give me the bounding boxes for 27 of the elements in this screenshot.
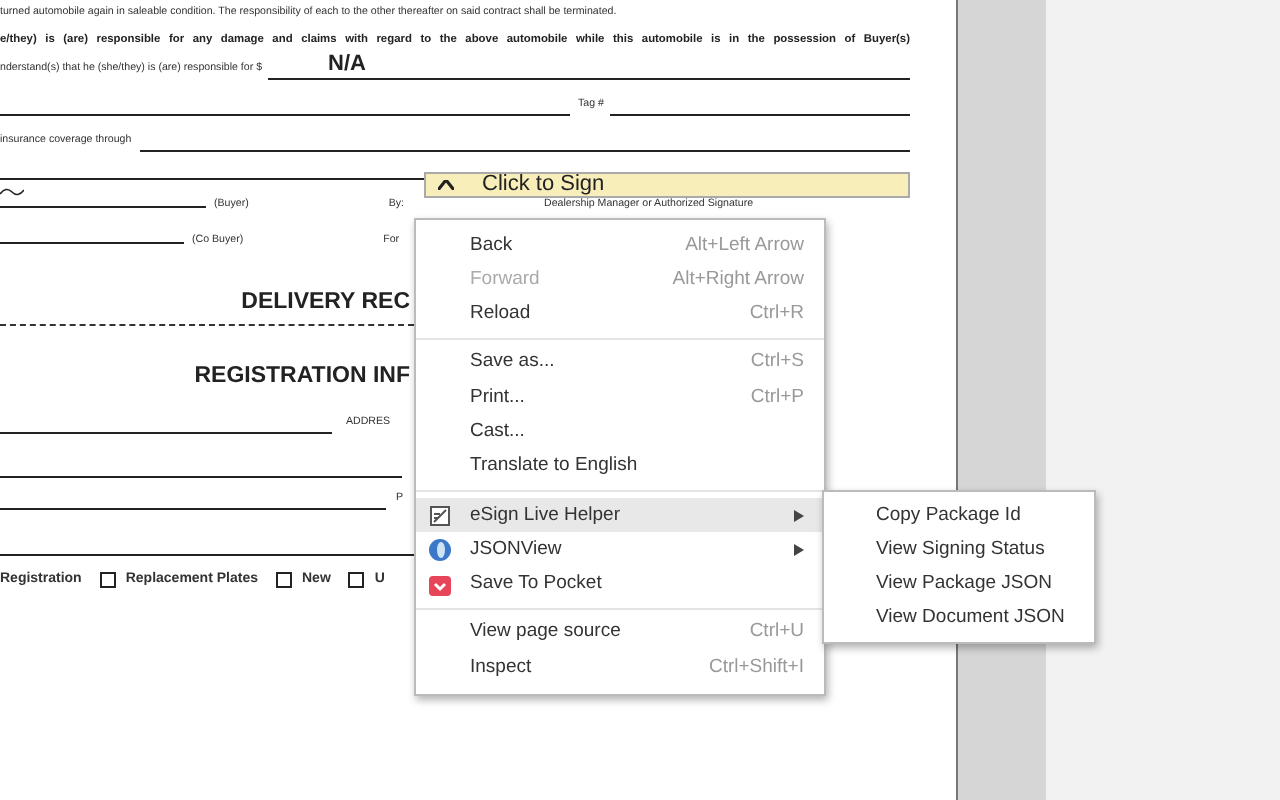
- menu-item[interactable]: View Signing Status: [824, 532, 1094, 568]
- menu-item[interactable]: JSONView: [416, 532, 824, 568]
- menu-item[interactable]: Save To Pocket: [416, 567, 824, 602]
- menu-item[interactable]: Cast...: [416, 414, 824, 450]
- section-heading: DELIVERY REC: [241, 291, 410, 314]
- menu-item[interactable]: View page source Ctrl+U: [416, 615, 824, 651]
- sign-button[interactable]: Click to Sign: [424, 172, 910, 198]
- menu-item[interactable]: Back Alt+Left Arrow: [416, 228, 824, 263]
- checkbox[interactable]: [348, 572, 365, 588]
- menu-item[interactable]: Print... Ctrl+P: [416, 380, 824, 415]
- notepad-icon: [428, 504, 452, 529]
- menu-item[interactable]: View Document JSON: [824, 601, 1094, 637]
- menu-item[interactable]: Inspect Ctrl+Shift+I: [416, 650, 824, 686]
- menu-item[interactable]: View Package JSON: [824, 567, 1094, 602]
- pocket-icon: [428, 573, 452, 598]
- menu-item[interactable]: Translate to English: [416, 449, 824, 485]
- menu-item[interactable]: Save as... Ctrl+S: [416, 345, 824, 381]
- menu-item[interactable]: eSign Live Helper: [416, 498, 824, 533]
- caret-icon: [438, 180, 454, 190]
- amount-value: N/A: [328, 54, 366, 76]
- section-heading: REGISTRATION INF: [194, 365, 410, 388]
- globe-icon: [428, 538, 452, 563]
- checkbox[interactable]: [99, 572, 116, 588]
- checkbox[interactable]: [276, 572, 292, 588]
- menu-item[interactable]: Copy Package Id: [824, 498, 1094, 533]
- menu-item[interactable]: Reload Ctrl+R: [416, 297, 824, 332]
- signature-scribble-icon: [0, 186, 24, 196]
